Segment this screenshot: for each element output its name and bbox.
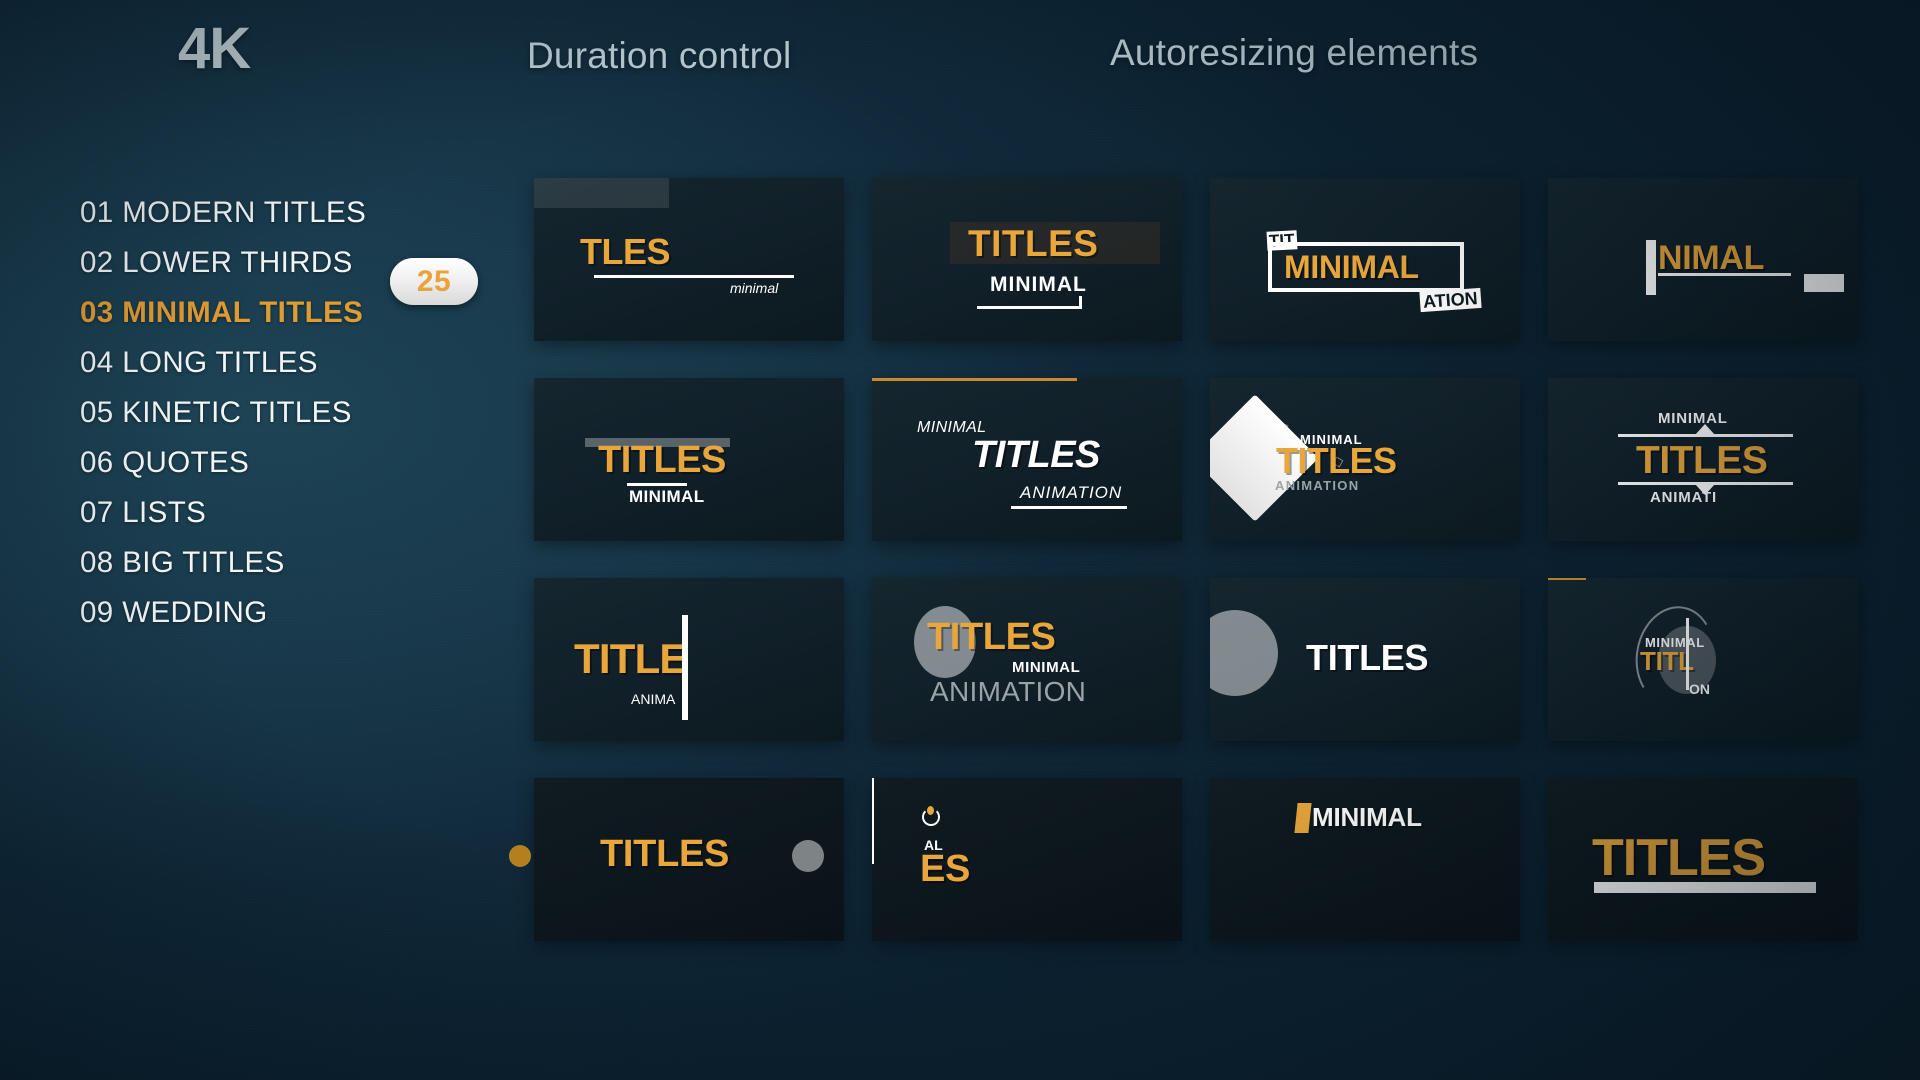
tile-14-vertical-rule: [872, 778, 874, 864]
category-sidebar: 01 MODERN TITLES 02 LOWER THIRDS 03 MINI…: [80, 188, 500, 638]
tile-12-cursor-bar: [1686, 618, 1689, 690]
tile-3-fragment-bottom: ATION: [1419, 287, 1482, 313]
tile-13-title: TITLES: [600, 833, 730, 875]
sidebar-item-quotes[interactable]: 06 QUOTES: [80, 438, 500, 488]
tile-2-title: TITLES: [968, 223, 1099, 264]
tile-1-accent-block: [534, 178, 669, 208]
tile-9-title: TITLE: [574, 635, 687, 682]
tile-8-triangle-up-icon: [1695, 424, 1715, 435]
tile-2-underline: [977, 306, 1082, 309]
tile-12-accent-line: [1548, 578, 1586, 580]
tile-12-label-bottom: ON: [1689, 681, 1710, 697]
tile-7-label-bottom: ANIMATION: [1275, 478, 1360, 493]
template-tile-12[interactable]: MINIMAL TITL ON: [1548, 578, 1858, 741]
tile-1-title: TLES: [580, 231, 671, 272]
template-tile-7[interactable]: MINIMAL TITLES ANIMATION: [1210, 378, 1520, 541]
template-tile-13[interactable]: TITLES: [534, 778, 844, 941]
template-tile-6[interactable]: MINIMAL TITLES ANIMATION: [872, 378, 1182, 541]
template-tile-2[interactable]: TITLES MINIMAL: [872, 178, 1182, 341]
template-preview-grid: TLES minimal TITLES MINIMAL TIT MINIMAL …: [534, 178, 1858, 941]
template-tile-5[interactable]: TITLES MINIMAL: [534, 378, 844, 541]
tile-13-dot-shape: [792, 840, 824, 872]
tile-6-accent-line: [872, 378, 1077, 381]
header-autoresizing-elements: Autoresizing elements: [1110, 32, 1479, 73]
count-badge-value: 25: [416, 264, 452, 298]
template-tile-16[interactable]: TITLES: [1548, 778, 1858, 941]
tile-5-title: TITLES: [598, 439, 726, 481]
template-tile-9[interactable]: TITLE ANIMA: [534, 578, 844, 741]
tile-2-bracket-tick: [1079, 296, 1082, 309]
template-tile-11[interactable]: TITLES: [1210, 578, 1520, 741]
tile-16-underline: [1594, 882, 1816, 893]
template-tile-8[interactable]: MINIMAL TITLES ANIMATI: [1548, 378, 1858, 541]
sidebar-item-wedding[interactable]: 09 WEDDING: [80, 588, 500, 638]
tile-4-underline: [1658, 273, 1791, 276]
tile-9-cursor-bar: [682, 615, 688, 720]
template-tile-14[interactable]: AL ES: [872, 778, 1182, 941]
template-tile-10[interactable]: TITLES MINIMAL ANIMATION: [872, 578, 1182, 741]
tile-5-divider: [627, 483, 687, 486]
tile-10-subtitle: ANIMATION: [930, 676, 1087, 707]
sidebar-item-big-titles[interactable]: 08 BIG TITLES: [80, 538, 500, 588]
tile-9-subtitle: ANIMA: [631, 691, 676, 707]
tile-16-title: TITLES: [1592, 829, 1766, 887]
template-tile-3[interactable]: TIT MINIMAL ATION: [1210, 178, 1520, 341]
tile-11-title: TITLES: [1306, 637, 1429, 678]
accent-dot-left: [509, 845, 531, 867]
sidebar-item-lists[interactable]: 07 LISTS: [80, 488, 500, 538]
tile-4-block: [1804, 274, 1844, 292]
tile-1-underline: [594, 275, 794, 278]
tile-8-title: TITLES: [1636, 439, 1768, 482]
tile-2-subtitle: MINIMAL: [990, 273, 1087, 296]
tile-6-title: TITLES: [972, 434, 1100, 476]
header-duration-control: Duration control: [527, 35, 792, 76]
tile-5-subtitle: MINIMAL: [629, 487, 705, 506]
tile-10-title: TITLES: [927, 616, 1056, 658]
tile-15-title: MINIMAL: [1312, 802, 1422, 832]
sidebar-item-long-titles[interactable]: 04 LONG TITLES: [80, 338, 500, 388]
tile-10-label: MINIMAL: [1012, 659, 1081, 676]
tile-11-circle-shape: [1210, 610, 1278, 696]
sidebar-item-modern-titles[interactable]: 01 MODERN TITLES: [80, 188, 500, 238]
tile-6-underline: [1011, 506, 1127, 509]
tile-8-label-bottom: ANIMATI: [1650, 489, 1717, 506]
tile-7-title: TITLES: [1276, 440, 1397, 481]
tile-14-title: ES: [920, 848, 971, 890]
template-tile-4[interactable]: NIMAL: [1548, 178, 1858, 341]
header-resolution-4k: 4K: [178, 16, 251, 81]
tile-4-cursor-bar: [1646, 240, 1656, 295]
template-tile-15[interactable]: MINIMAL: [1210, 778, 1520, 941]
tile-6-label-bottom: ANIMATION: [1020, 483, 1123, 502]
template-tile-1[interactable]: TLES minimal: [534, 178, 844, 341]
tile-4-title: NIMAL: [1658, 239, 1765, 277]
count-badge: 25: [390, 258, 478, 305]
tile-1-subtitle: minimal: [730, 280, 779, 296]
tile-8-label-top: MINIMAL: [1658, 410, 1728, 427]
tile-14-pin-dot-icon: [927, 806, 934, 815]
sidebar-item-kinetic-titles[interactable]: 05 KINETIC TITLES: [80, 388, 500, 438]
tile-15-accent-block: [1294, 803, 1312, 833]
tile-3-title: MINIMAL: [1284, 249, 1419, 285]
